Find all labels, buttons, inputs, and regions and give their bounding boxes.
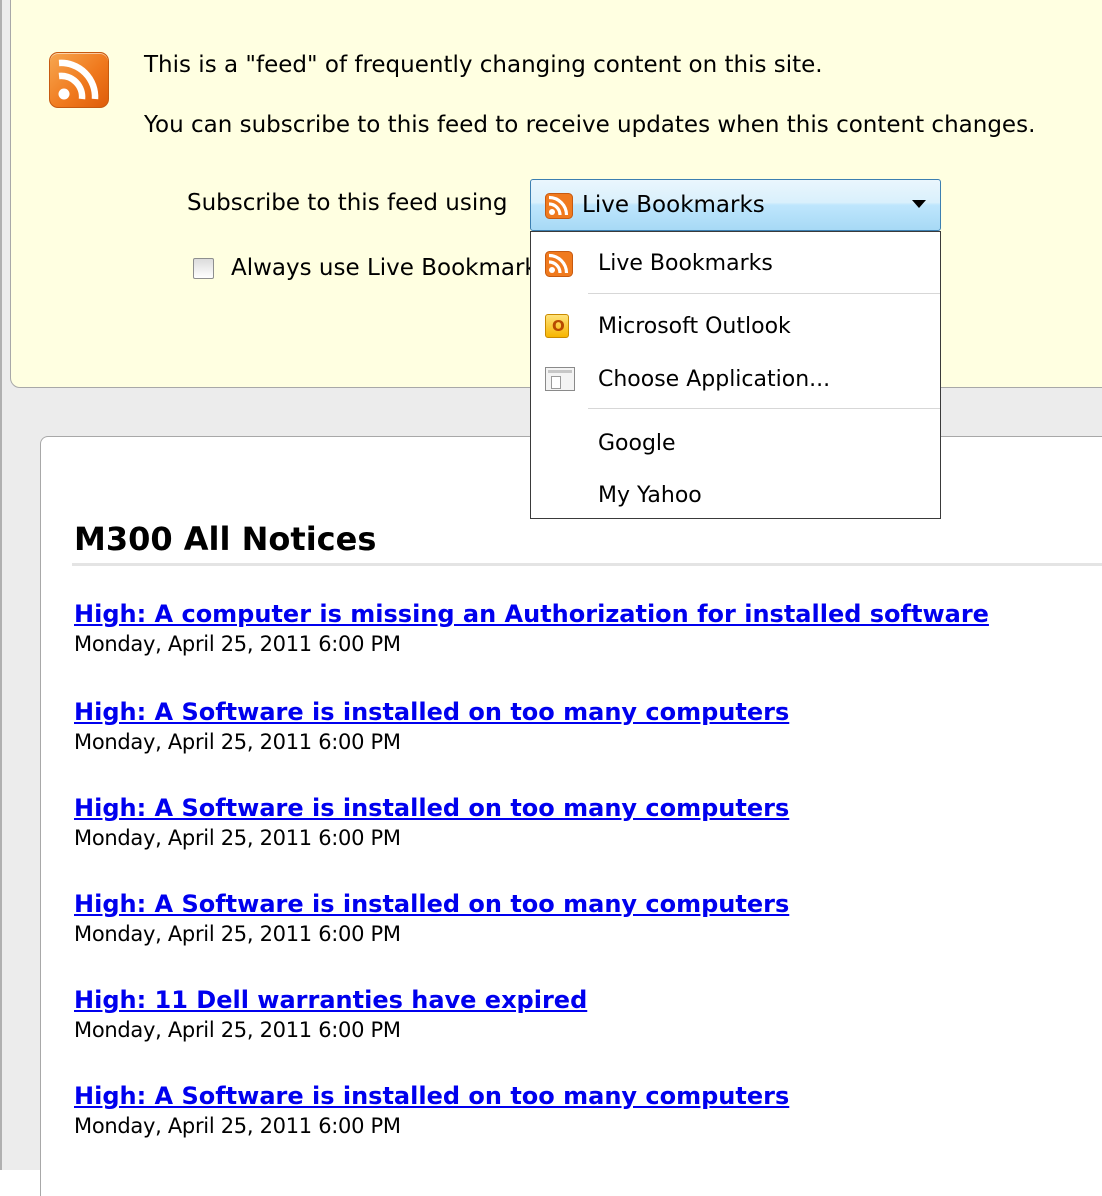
feed-entry-link[interactable]: High: A computer is missing an Authoriza… <box>74 600 989 628</box>
feed-entry-date: Monday, April 25, 2011 6:00 PM <box>74 632 401 656</box>
window-left-border <box>0 0 2 1170</box>
feed-entry: High: A Software is installed on too man… <box>74 794 789 850</box>
feed-entry-date: Monday, April 25, 2011 6:00 PM <box>74 922 401 946</box>
menu-item-label: Microsoft Outlook <box>598 314 791 339</box>
menu-separator <box>588 408 940 409</box>
feed-entry-link[interactable]: High: 11 Dell warranties have expired <box>74 986 587 1014</box>
feed-entry: High: A Software is installed on too man… <box>74 890 789 946</box>
rss-feed-icon <box>49 52 109 108</box>
menu-item-label: Live Bookmarks <box>598 251 773 276</box>
feed-entry-link[interactable]: High: A Software is installed on too man… <box>74 698 789 726</box>
feed-entry: High: A Software is installed on too man… <box>74 698 789 754</box>
feed-entry-date: Monday, April 25, 2011 6:00 PM <box>74 730 401 754</box>
menu-item-google[interactable]: Google <box>531 417 940 467</box>
feed-entry-date: Monday, April 25, 2011 6:00 PM <box>74 826 401 850</box>
application-icon <box>545 367 575 391</box>
selected-reader-label: Live Bookmarks <box>582 192 765 218</box>
subscribe-intro-text: You can subscribe to this feed to receiv… <box>144 112 1036 138</box>
feed-entry: High: A Software is installed on too man… <box>74 1082 789 1138</box>
feed-entry-date: Monday, April 25, 2011 6:00 PM <box>74 1114 401 1138</box>
menu-item-microsoft-outlook[interactable]: O Microsoft Outlook <box>531 300 940 350</box>
rss-feed-icon <box>545 193 573 219</box>
reader-dropdown-menu: Live Bookmarks O Microsoft Outlook Choos… <box>530 231 941 519</box>
feed-entry-link[interactable]: High: A Software is installed on too man… <box>74 1082 789 1110</box>
menu-item-live-bookmarks[interactable]: Live Bookmarks <box>531 237 940 287</box>
rss-feed-icon <box>545 251 573 281</box>
feed-intro-text: This is a "feed" of frequently changing … <box>144 52 823 78</box>
feed-entry-link[interactable]: High: A Software is installed on too man… <box>74 890 789 918</box>
feed-entry: High: A computer is missing an Authoriza… <box>74 600 989 656</box>
feed-title: M300 All Notices <box>74 520 377 558</box>
menu-item-my-yahoo[interactable]: My Yahoo <box>531 469 940 519</box>
chevron-down-icon <box>912 200 926 208</box>
reader-select-dropdown[interactable]: Live Bookmarks <box>530 179 941 231</box>
feed-title-divider <box>72 563 1102 566</box>
feed-entry-link[interactable]: High: A Software is installed on too man… <box>74 794 789 822</box>
outlook-icon: O <box>545 314 569 338</box>
subscribe-using-label: Subscribe to this feed using <box>187 190 508 216</box>
feed-entry-date: Monday, April 25, 2011 6:00 PM <box>74 1018 401 1042</box>
menu-item-label: Google <box>598 431 676 456</box>
menu-separator <box>588 293 940 294</box>
feed-entry: High: 11 Dell warranties have expired Mo… <box>74 986 587 1042</box>
menu-item-label: Choose Application... <box>598 367 831 392</box>
always-use-checkbox[interactable] <box>193 258 214 279</box>
menu-item-choose-application[interactable]: Choose Application... <box>531 353 940 403</box>
menu-item-label: My Yahoo <box>598 483 702 508</box>
